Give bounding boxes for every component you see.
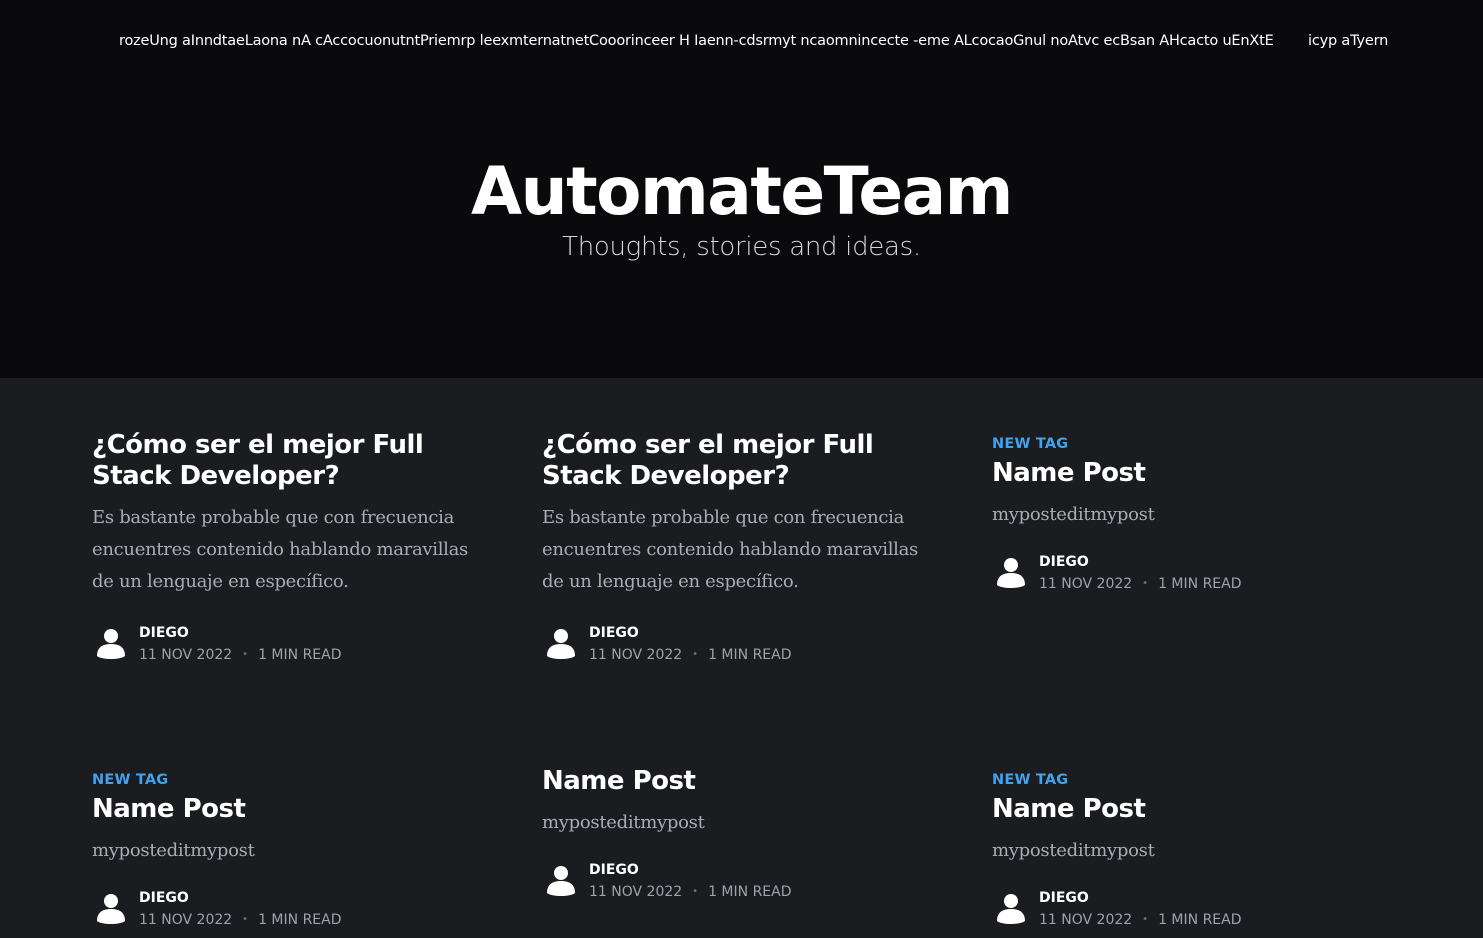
nav-extra-links[interactable]: icyp aTyern bbox=[1308, 33, 1388, 49]
post-date: 11 NOV 2022 bbox=[1039, 911, 1133, 928]
post-tag[interactable]: NEW TAG bbox=[92, 770, 482, 790]
nav-links[interactable]: rozeUng aInndtaeLaona nA cAccocuonutntPr… bbox=[119, 33, 1274, 49]
post-reading-time: 1 MIN READ bbox=[708, 883, 792, 900]
post-title[interactable]: ¿Cómo ser el mejor Full Stack Developer? bbox=[542, 430, 932, 492]
meta-separator: • bbox=[1142, 913, 1149, 925]
post-author[interactable]: DIEGO bbox=[139, 888, 342, 909]
post-author[interactable]: DIEGO bbox=[1039, 552, 1242, 573]
user-icon[interactable] bbox=[992, 890, 1030, 928]
post-card[interactable]: Name Post myposteditmypost DIEGO 11 NOV … bbox=[542, 766, 932, 903]
meta-separator: • bbox=[242, 648, 249, 660]
post-meta: DIEGO 11 NOV 2022 • 1 MIN READ bbox=[92, 622, 482, 666]
post-title[interactable]: Name Post bbox=[92, 794, 482, 825]
post-card[interactable]: NEW TAG Name Post myposteditmypost DIEGO… bbox=[92, 770, 482, 931]
site-description: Thoughts, stories and ideas. bbox=[562, 232, 921, 262]
post-title[interactable]: Name Post bbox=[992, 458, 1382, 489]
user-icon[interactable] bbox=[92, 625, 130, 663]
post-title[interactable]: Name Post bbox=[992, 794, 1382, 825]
site-nav: rozeUng aInndtaeLaona nA cAccocuonutntPr… bbox=[119, 33, 1392, 53]
post-date: 11 NOV 2022 bbox=[589, 883, 683, 900]
post-card[interactable]: ¿Cómo ser el mejor Full Stack Developer?… bbox=[542, 430, 932, 666]
meta-separator: • bbox=[692, 648, 699, 660]
meta-separator: • bbox=[242, 913, 249, 925]
post-date: 11 NOV 2022 bbox=[1039, 575, 1133, 592]
post-tag[interactable]: NEW TAG bbox=[992, 434, 1382, 454]
post-date: 11 NOV 2022 bbox=[589, 646, 683, 663]
post-excerpt: Es bastante probable que con frecuencia … bbox=[542, 507, 918, 592]
user-icon[interactable] bbox=[542, 862, 580, 900]
post-reading-time: 1 MIN READ bbox=[1158, 911, 1242, 928]
post-card[interactable]: ¿Cómo ser el mejor Full Stack Developer?… bbox=[92, 430, 482, 666]
post-reading-time: 1 MIN READ bbox=[258, 911, 342, 928]
post-date: 11 NOV 2022 bbox=[139, 911, 233, 928]
post-reading-time: 1 MIN READ bbox=[1158, 575, 1242, 592]
post-author[interactable]: DIEGO bbox=[139, 623, 342, 644]
post-meta: DIEGO 11 NOV 2022 • 1 MIN READ bbox=[992, 551, 1382, 595]
user-icon[interactable] bbox=[992, 554, 1030, 592]
post-author[interactable]: DIEGO bbox=[1039, 888, 1242, 909]
user-icon[interactable] bbox=[92, 890, 130, 928]
post-excerpt: myposteditmypost bbox=[992, 504, 1155, 525]
site-header: rozeUng aInndtaeLaona nA cAccocuonutntPr… bbox=[0, 0, 1483, 378]
post-meta: DIEGO 11 NOV 2022 • 1 MIN READ bbox=[992, 887, 1382, 931]
post-excerpt: Es bastante probable que con frecuencia … bbox=[92, 507, 468, 592]
post-excerpt: myposteditmypost bbox=[542, 812, 705, 833]
post-reading-time: 1 MIN READ bbox=[258, 646, 342, 663]
site-title[interactable]: AutomateTeam bbox=[0, 152, 1483, 231]
meta-separator: • bbox=[692, 885, 699, 897]
post-date: 11 NOV 2022 bbox=[139, 646, 233, 663]
meta-separator: • bbox=[1142, 577, 1149, 589]
post-author[interactable]: DIEGO bbox=[589, 623, 792, 644]
post-author[interactable]: DIEGO bbox=[589, 860, 792, 881]
post-meta: DIEGO 11 NOV 2022 • 1 MIN READ bbox=[542, 859, 932, 903]
post-meta: DIEGO 11 NOV 2022 • 1 MIN READ bbox=[92, 887, 482, 931]
post-reading-time: 1 MIN READ bbox=[708, 646, 792, 663]
user-icon[interactable] bbox=[542, 625, 580, 663]
post-card[interactable]: NEW TAG Name Post myposteditmypost DIEGO… bbox=[992, 770, 1382, 931]
post-excerpt: myposteditmypost bbox=[92, 840, 255, 861]
post-excerpt: myposteditmypost bbox=[992, 840, 1155, 861]
post-title[interactable]: Name Post bbox=[542, 766, 932, 797]
post-tag[interactable]: NEW TAG bbox=[992, 770, 1382, 790]
post-card[interactable]: NEW TAG Name Post myposteditmypost DIEGO… bbox=[992, 434, 1382, 595]
post-title[interactable]: ¿Cómo ser el mejor Full Stack Developer? bbox=[92, 430, 482, 492]
post-meta: DIEGO 11 NOV 2022 • 1 MIN READ bbox=[542, 622, 932, 666]
